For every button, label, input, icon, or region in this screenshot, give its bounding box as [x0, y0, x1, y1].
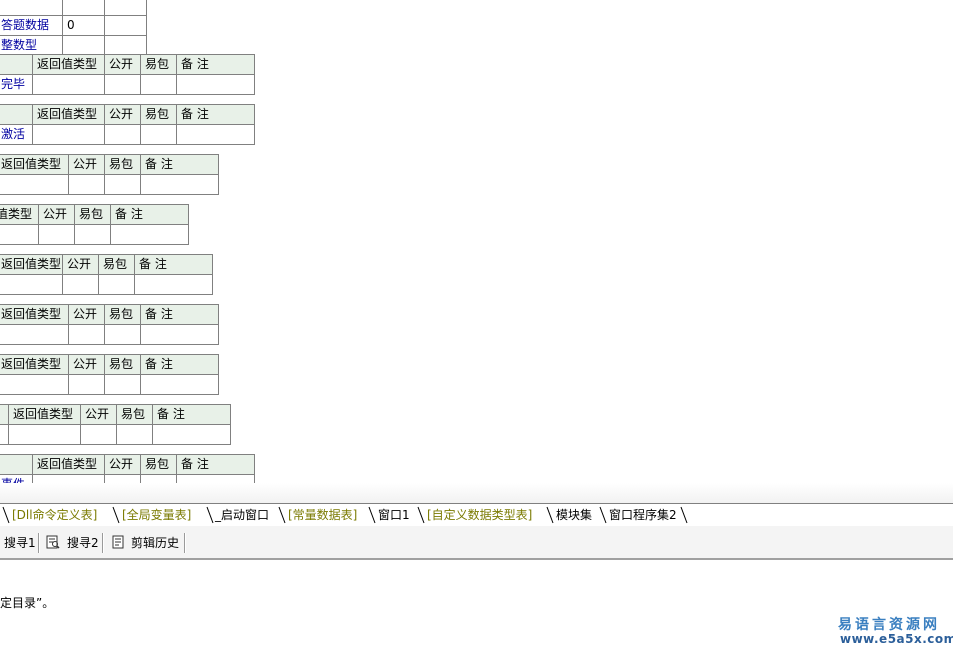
header-return-type: 返回值类型 [0, 304, 69, 325]
tab-divider-icon [2, 506, 10, 524]
tab-constants[interactable]: [常量数据表] [288, 506, 357, 524]
tab-dll-commands[interactable]: [Dll命令定义表] [12, 506, 97, 524]
toolbar-separator [38, 533, 40, 553]
variable-row[interactable]: 答题数据 0 [0, 15, 147, 36]
header-public: 公开 [68, 354, 105, 375]
subprogram-name[interactable]: 完毕 [0, 74, 33, 95]
code-editor[interactable]: 答题数据 0 整数型 返回值类型 公开 易包 备 注 完毕 返回值类型 公开 易… [0, 0, 953, 483]
subprogram-table: 返回值类型 公开 易包 备 注 [0, 354, 219, 395]
subprogram-row[interactable] [0, 274, 213, 295]
subprogram-row[interactable] [0, 224, 189, 245]
subprogram-table: 返回值类型 公开 易包 备 注 [0, 404, 231, 445]
header-return-type: 返回值类型 [8, 404, 81, 425]
subprogram-table: 返回值类型 公开 易包 备 注 完毕 [0, 54, 255, 95]
header-public: 公开 [68, 154, 105, 175]
search1-tab[interactable]: 搜寻1 [4, 534, 36, 552]
watermark-title: 易语言资源网 [838, 617, 940, 633]
variable-table: 答题数据 0 整数型 [0, 0, 147, 56]
header-easy-pack: 易包 [74, 204, 111, 225]
variable-type[interactable]: 整数型 [0, 35, 63, 56]
header-easy-pack: 易包 [104, 304, 141, 325]
search-results-icon[interactable] [46, 535, 60, 549]
tab-module-set[interactable]: 模块集 [556, 506, 592, 524]
header-easy-pack: 易包 [140, 454, 177, 475]
subprogram-table: 返回值类型 公开 易包 备 注 [0, 204, 189, 245]
document-tab-bar: [Dll命令定义表] [全局变量表] _启动窗口 [常量数据表] 窗口1 [自定… [0, 503, 953, 527]
header-return-type: 返回值类型 [0, 254, 63, 275]
header-remark: 备 注 [176, 104, 255, 125]
tab-window1[interactable]: 窗口1 [378, 506, 410, 524]
variable-row[interactable]: 整数型 [0, 35, 147, 56]
header-remark: 备 注 [134, 254, 213, 275]
tab-divider-icon [206, 506, 214, 524]
output-panel-toolbar: 搜寻1 搜寻2 剪辑历史 [0, 526, 953, 560]
header-easy-pack: 易包 [104, 354, 141, 375]
header-return-type: 返回值类型 [0, 204, 39, 225]
search2-tab[interactable]: 搜寻2 [67, 534, 99, 552]
subprogram-name[interactable]: 激活 [0, 124, 33, 145]
subprogram-row[interactable] [0, 324, 219, 345]
toolbar-separator [102, 533, 104, 553]
header-easy-pack: 易包 [140, 54, 177, 75]
header-return-type: 返回值类型 [0, 354, 69, 375]
clip-history-tab[interactable]: 剪辑历史 [131, 534, 179, 552]
clipboard-history-icon[interactable] [111, 535, 125, 549]
header-return-type: 返回值类型 [32, 104, 105, 125]
subprogram-row[interactable] [0, 174, 219, 195]
subprogram-table: 返回值类型 公开 易包 备 注 事件 [0, 454, 255, 483]
subprogram-row[interactable]: 事件 [0, 474, 255, 483]
output-text: 定目录”。 [0, 596, 55, 610]
tab-divider-icon [112, 506, 120, 524]
tab-divider-icon [368, 506, 376, 524]
header-remark: 备 注 [140, 304, 219, 325]
variable-name[interactable]: 答题数据 [0, 15, 63, 36]
tab-global-variables[interactable]: [全局变量表] [122, 506, 191, 524]
header-public: 公开 [38, 204, 75, 225]
header-return-type: 返回值类型 [32, 54, 105, 75]
subprogram-row[interactable]: 激活 [0, 124, 255, 145]
subprogram-row[interactable]: 完毕 [0, 74, 255, 95]
watermark-url: www.e5a5x.com [840, 632, 953, 646]
header-public: 公开 [104, 454, 141, 475]
variable-value[interactable]: 0 [62, 15, 105, 36]
toolbar-separator [184, 533, 186, 553]
header-return-type: 返回值类型 [0, 154, 69, 175]
tab-divider-icon [278, 506, 286, 524]
subprogram-row[interactable] [0, 374, 219, 395]
tab-divider-icon [599, 506, 607, 524]
header-remark: 备 注 [140, 154, 219, 175]
subprogram-name[interactable]: 事件 [0, 474, 33, 483]
editor-scroll-fade [0, 483, 953, 503]
header-public: 公开 [80, 404, 117, 425]
header-easy-pack: 易包 [98, 254, 135, 275]
header-easy-pack: 易包 [116, 404, 153, 425]
tab-startup-window[interactable]: _启动窗口 [215, 506, 269, 524]
subprogram-table: 返回值类型 公开 易包 备 注 激活 [0, 104, 255, 145]
header-easy-pack: 易包 [140, 104, 177, 125]
tab-divider-icon [546, 506, 554, 524]
header-remark: 备 注 [152, 404, 231, 425]
header-public: 公开 [104, 104, 141, 125]
header-remark: 备 注 [176, 54, 255, 75]
header-public: 公开 [68, 304, 105, 325]
header-public: 公开 [104, 54, 141, 75]
subprogram-table: 返回值类型 公开 易包 备 注 [0, 304, 219, 345]
tab-divider-icon [417, 506, 425, 524]
header-remark: 备 注 [110, 204, 189, 225]
header-return-type: 返回值类型 [32, 454, 105, 475]
output-panel[interactable]: 定目录”。 [0, 560, 953, 651]
header-remark: 备 注 [140, 354, 219, 375]
tab-divider-icon [680, 506, 688, 524]
subprogram-table: 返回值类型 公开 易包 备 注 [0, 254, 213, 295]
subprogram-row[interactable] [0, 424, 231, 445]
header-easy-pack: 易包 [104, 154, 141, 175]
header-remark: 备 注 [176, 454, 255, 475]
subprogram-table: 返回值类型 公开 易包 备 注 [0, 154, 219, 195]
tab-custom-types[interactable]: [自定义数据类型表] [427, 506, 532, 524]
tab-window-program-set2[interactable]: 窗口程序集2 [609, 506, 677, 524]
header-public: 公开 [62, 254, 99, 275]
